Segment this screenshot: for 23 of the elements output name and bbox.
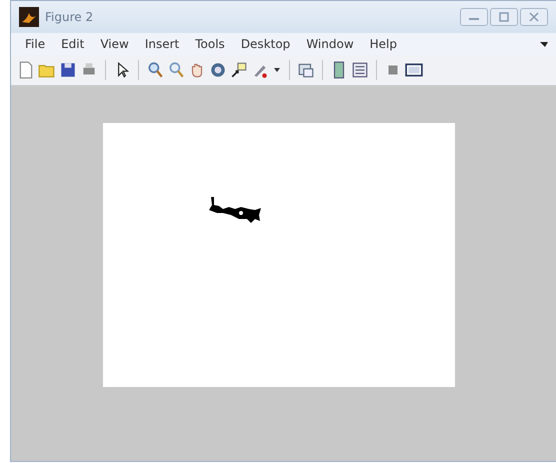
data-cursor-icon[interactable] xyxy=(230,61,248,79)
dock-arrow-icon[interactable] xyxy=(540,40,548,48)
menu-item[interactable]: Insert xyxy=(138,35,186,53)
app-logo-icon xyxy=(19,7,39,27)
menu-item[interactable]: View xyxy=(94,35,135,53)
save-icon[interactable] xyxy=(59,61,77,79)
legend-icon[interactable] xyxy=(351,61,369,79)
zoom-in-icon[interactable] xyxy=(146,61,164,79)
zoom-out-icon[interactable] xyxy=(167,61,185,79)
menu-item[interactable]: Edit xyxy=(55,35,90,53)
show-tools-icon[interactable] xyxy=(405,61,423,79)
close-icon xyxy=(527,12,541,22)
menu-item[interactable]: File xyxy=(19,35,52,53)
menu-item[interactable]: Desktop xyxy=(234,35,296,53)
menu-item[interactable]: Help xyxy=(364,35,403,53)
rotate-icon[interactable] xyxy=(209,61,227,79)
menu-item[interactable]: Window xyxy=(300,35,360,53)
menu-item[interactable]: Tools xyxy=(189,35,231,53)
maximize-icon xyxy=(497,12,511,22)
link-plot-icon[interactable] xyxy=(297,61,315,79)
caret-icon[interactable] xyxy=(274,68,280,72)
window-title: Figure 2 xyxy=(45,10,94,24)
new-file-icon[interactable] xyxy=(17,61,35,79)
